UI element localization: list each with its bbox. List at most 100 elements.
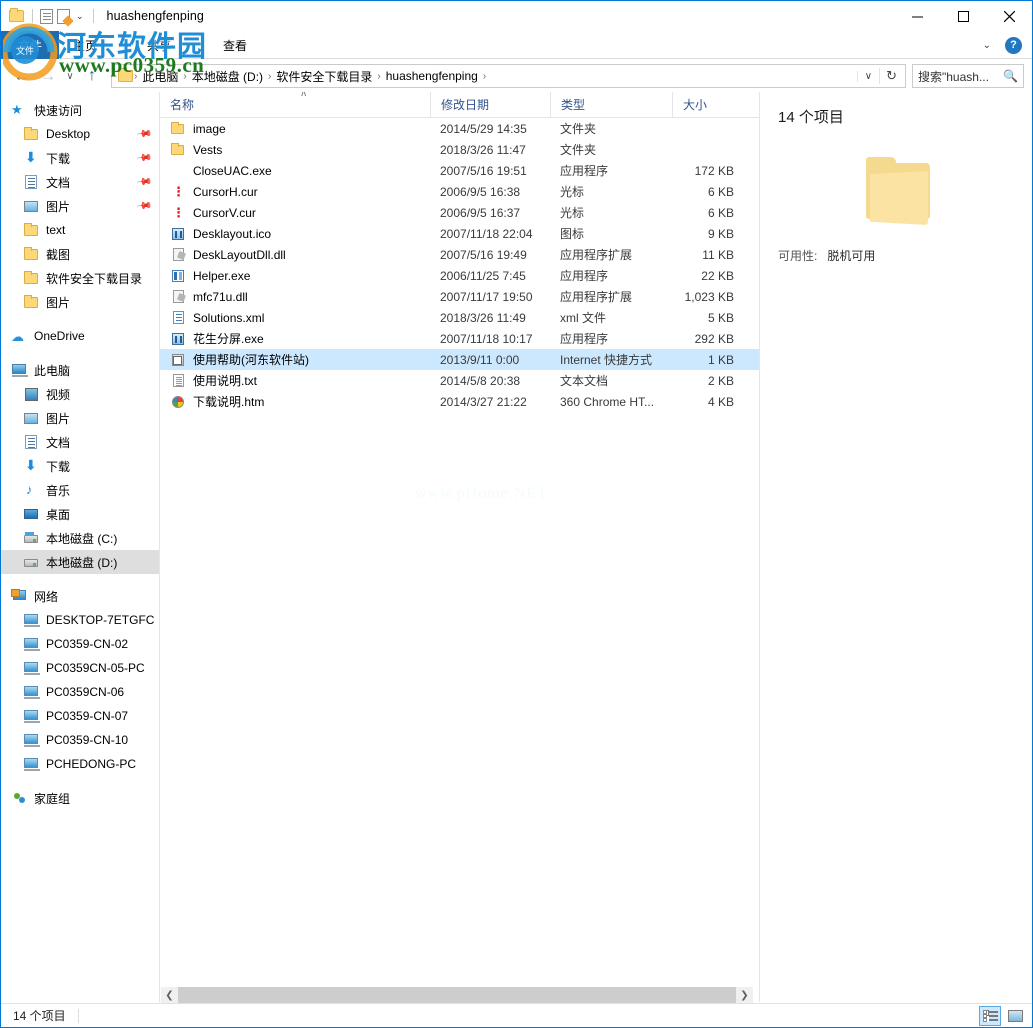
table-row[interactable]: Vests 2018/3/26 11:47 文件夹 (160, 139, 759, 160)
table-row[interactable]: 花生分屏.exe 2007/11/18 10:17 应用程序 292 KB (160, 328, 759, 349)
pin-icon[interactable]: 📌 (135, 198, 152, 214)
large-icons-view-button[interactable] (1004, 1006, 1026, 1026)
sidebar-item-videos[interactable]: 视频 (1, 382, 159, 406)
refresh-icon[interactable]: ↻ (879, 68, 903, 84)
monitor-icon (23, 756, 40, 772)
sidebar-item-desktop-pc[interactable]: 桌面 (1, 502, 159, 526)
sidebar-item-documents[interactable]: 文档 📌 (1, 170, 159, 194)
sidebar-item-desktop[interactable]: Desktop 📌 (1, 122, 159, 146)
table-row[interactable]: 使用帮助(河东软件站) 2013/9/11 0:00 Internet 快捷方式… (160, 349, 759, 370)
status-bar: 14 个项目 (1, 1003, 1032, 1027)
file-name: Helper.exe (193, 268, 251, 283)
navigation-pane[interactable]: ★ 快速访问 Desktop 📌 ⬇ 下载 📌 文档 📌 图片 📌 text 截… (1, 92, 160, 1002)
file-name: Vests (193, 142, 223, 157)
sidebar-item-desktop-7etgfc[interactable]: DESKTOP-7ETGFC (1, 608, 159, 632)
sidebar-item-pictures-2[interactable]: 图片 (1, 290, 159, 314)
sidebar-item-pc0359cn-06[interactable]: PC0359CN-06 (1, 680, 159, 704)
search-input[interactable]: 搜索"huash... 🔍 (912, 64, 1024, 88)
close-button[interactable] (986, 1, 1032, 31)
sidebar-item-drive-d[interactable]: 本地磁盘 (D:) (1, 550, 159, 574)
sidebar-group-onedrive[interactable]: ☁ OneDrive (1, 324, 159, 348)
scroll-left-button[interactable]: ❮ (161, 987, 178, 1003)
sidebar-item-pchedong-pc[interactable]: PCHEDONG-PC (1, 752, 159, 776)
file-rows: image 2014/5/29 14:35 文件夹 Vests 2018/3/2… (160, 118, 759, 412)
new-folder-icon[interactable] (57, 8, 70, 24)
column-header-date[interactable]: 修改日期 (430, 92, 550, 118)
column-header-row: 名称 ∧ 修改日期 类型 大小 (160, 92, 759, 118)
sidebar-item-pictures-pc[interactable]: 图片 (1, 406, 159, 430)
table-row[interactable]: Solutions.xml 2018/3/26 11:49 xml 文件 5 K… (160, 307, 759, 328)
help-icon[interactable]: ? (1005, 36, 1022, 54)
file-date: 2007/5/16 19:49 (440, 247, 527, 262)
ico-icon (170, 331, 186, 347)
svg-text:文件: 文件 (16, 45, 34, 57)
file-list-pane[interactable]: 名称 ∧ 修改日期 类型 大小 image 2014/5/29 14:35 文件… (160, 92, 760, 1002)
address-dropdown-icon[interactable]: ∨ (856, 70, 879, 82)
large-folder-icon (778, 153, 1014, 225)
sidebar-item-pc0359-cn-02[interactable]: PC0359-CN-02 (1, 632, 159, 656)
table-row[interactable]: mfc71u.dll 2007/11/17 19:50 应用程序扩展 1,023… (160, 286, 759, 307)
column-header-size[interactable]: 大小 (672, 92, 742, 118)
scrollbar-thumb[interactable] (178, 987, 736, 1003)
minimize-button[interactable] (894, 1, 940, 31)
table-row[interactable]: DeskLayoutDll.dll 2007/5/16 19:49 应用程序扩展… (160, 244, 759, 265)
table-row[interactable]: ⋮ CursorH.cur 2006/9/5 16:38 光标 6 KB (160, 181, 759, 202)
sidebar-item-pc0359-cn-07[interactable]: PC0359-CN-07 (1, 704, 159, 728)
chevron-down-icon[interactable]: ⌄ (979, 40, 995, 51)
address-bar[interactable]: › 此电脑 › 本地磁盘 (D:) › 软件安全下载目录 › huashengf… (111, 64, 906, 88)
details-title: 14 个项目 (778, 109, 844, 126)
file-type: Internet 快捷方式 (560, 353, 653, 367)
tab-view[interactable]: 查看 (213, 31, 257, 59)
sidebar-item-pictures[interactable]: 图片 📌 (1, 194, 159, 218)
sidebar-item-drive-c[interactable]: 本地磁盘 (C:) (1, 526, 159, 550)
folder-icon[interactable] (9, 8, 25, 24)
sidebar-group-homegroup[interactable]: 家庭组 (1, 786, 159, 810)
center-watermark: www.pHome.NET (415, 485, 548, 502)
sidebar-item-label: 图片 (46, 199, 71, 214)
pin-icon[interactable]: 📌 (135, 150, 152, 166)
pin-icon[interactable]: 📌 (135, 126, 152, 142)
scroll-right-button[interactable]: ❯ (736, 987, 753, 1003)
table-row[interactable]: 使用说明.txt 2014/5/8 20:38 文本文档 2 KB (160, 370, 759, 391)
maximize-button[interactable] (940, 1, 986, 31)
file-type: 文件夹 (560, 143, 597, 157)
details-pane: 14 个项目 可用性: 脱机可用 (760, 92, 1032, 1002)
table-row[interactable]: ⋮ CursorV.cur 2006/9/5 16:37 光标 6 KB (160, 202, 759, 223)
table-row[interactable]: image 2014/5/29 14:35 文件夹 (160, 118, 759, 139)
sidebar-group-this-pc[interactable]: 此电脑 (1, 358, 159, 382)
details-view-button[interactable] (979, 1006, 1001, 1026)
picture-icon (23, 198, 39, 214)
sidebar-item-label: PC0359CN-05-PC (46, 661, 145, 675)
sidebar-group-quick-access[interactable]: ★ 快速访问 (1, 98, 159, 122)
table-row[interactable]: Desklayout.ico 2007/11/18 22:04 图标 9 KB (160, 223, 759, 244)
sidebar-item-downloads-pc[interactable]: ⬇ 下载 (1, 454, 159, 478)
table-row[interactable]: 下载说明.htm 2014/3/27 21:22 360 Chrome HT..… (160, 391, 759, 412)
sidebar-item-downloads[interactable]: ⬇ 下载 📌 (1, 146, 159, 170)
table-row[interactable]: Helper.exe 2006/11/25 7:45 应用程序 22 KB (160, 265, 759, 286)
pin-icon[interactable]: 📌 (135, 174, 152, 190)
properties-icon[interactable] (40, 8, 53, 24)
sidebar-item-pc0359-cn-10[interactable]: PC0359-CN-10 (1, 728, 159, 752)
sidebar-item-label: 图片 (46, 295, 71, 310)
sidebar-item-pc0359cn-05-pc[interactable]: PC0359CN-05-PC (1, 656, 159, 680)
horizontal-scrollbar[interactable]: ❮ ❯ (161, 987, 753, 1003)
window-controls (894, 1, 1032, 31)
search-icon[interactable]: 🔍 (1003, 69, 1018, 83)
sidebar-item-label: 下载 (46, 459, 71, 474)
sidebar-item-software-download[interactable]: 软件安全下载目录 (1, 266, 159, 290)
column-header-type[interactable]: 类型 (550, 92, 672, 118)
column-header-name[interactable]: 名称 ∧ (160, 92, 430, 118)
breadcrumb-item-3[interactable]: huashengfenping (382, 69, 482, 83)
breadcrumb-item-2[interactable]: 软件安全下载目录 (272, 68, 376, 85)
sidebar-item-music[interactable]: ♪ 音乐 (1, 478, 159, 502)
file-date: 2006/9/5 16:38 (440, 184, 521, 199)
sidebar-item-text[interactable]: text (1, 218, 159, 242)
sidebar-item-documents-pc[interactable]: 文档 (1, 430, 159, 454)
table-row[interactable]: CloseUAC.exe 2007/5/16 19:51 应用程序 172 KB (160, 160, 759, 181)
file-size: 4 KB (707, 394, 734, 409)
text-file-icon (170, 373, 186, 389)
sidebar-item-label: PC0359-CN-10 (46, 733, 129, 747)
sidebar-group-network[interactable]: 网络 (1, 584, 159, 608)
chevron-down-icon[interactable]: ⌄ (74, 11, 86, 22)
sidebar-item-screenshots[interactable]: 截图 (1, 242, 159, 266)
